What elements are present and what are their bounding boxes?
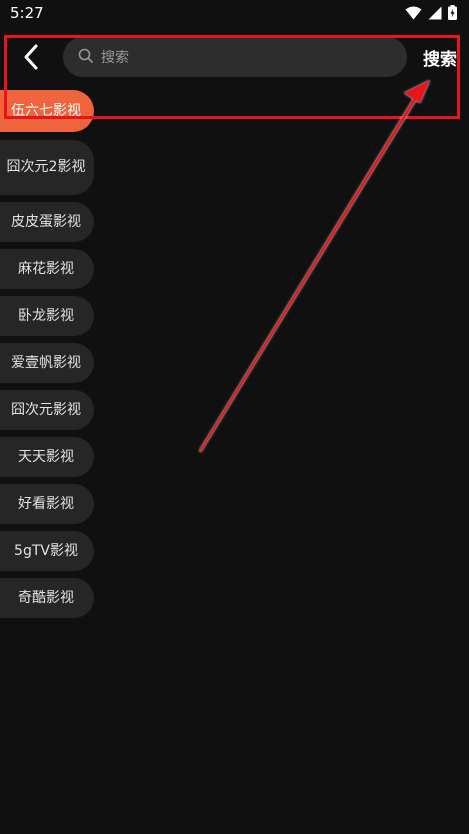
source-item-wuliuqi[interactable]: 伍六七影视 [0,90,94,132]
source-item-tiantian[interactable]: 天天影视 [0,437,94,477]
source-item-label: 爱壹帆影视 [11,354,81,371]
source-item-label: 5gTV影视 [14,542,78,559]
source-item-label: 奇酷影视 [18,589,74,606]
source-item-jiongciyuan2[interactable]: 囧次元2影视 [0,140,94,195]
source-item-5gtv[interactable]: 5gTV影视 [0,531,94,571]
search-button[interactable]: 搜索 [423,45,457,70]
search-input[interactable] [99,37,393,79]
status-icons [405,5,457,20]
back-button[interactable] [18,43,46,71]
source-item-label: 皮皮蛋影视 [11,213,81,230]
source-item-jiongciyuan[interactable]: 囧次元影视 [0,390,94,430]
search-header: 搜索 [0,35,469,80]
wifi-icon [405,6,422,19]
source-item-label: 卧龙影视 [18,307,74,324]
source-item-wolong[interactable]: 卧龙影视 [0,296,94,336]
chevron-left-icon [24,44,38,70]
search-icon [78,48,93,63]
source-item-haokan[interactable]: 好看影视 [0,484,94,524]
search-box[interactable] [63,37,407,79]
status-bar: 5:27 [0,0,469,26]
source-item-aiyifan[interactable]: 爱壹帆影视 [0,343,94,383]
source-item-label: 麻花影视 [18,260,74,277]
source-item-label: 伍六七影视 [11,102,81,119]
source-item-label: 囧次元2影视 [6,159,86,175]
source-item-label: 好看影视 [18,495,74,512]
source-item-mahua[interactable]: 麻花影视 [0,249,94,289]
source-item-label: 囧次元影视 [11,401,81,418]
signal-icon [428,6,442,19]
status-time: 5:27 [10,4,44,22]
source-item-qiku[interactable]: 奇酷影视 [0,578,94,618]
source-item-pipidan[interactable]: 皮皮蛋影视 [0,202,94,242]
source-item-label: 天天影视 [18,448,74,465]
battery-charging-icon [448,5,457,20]
